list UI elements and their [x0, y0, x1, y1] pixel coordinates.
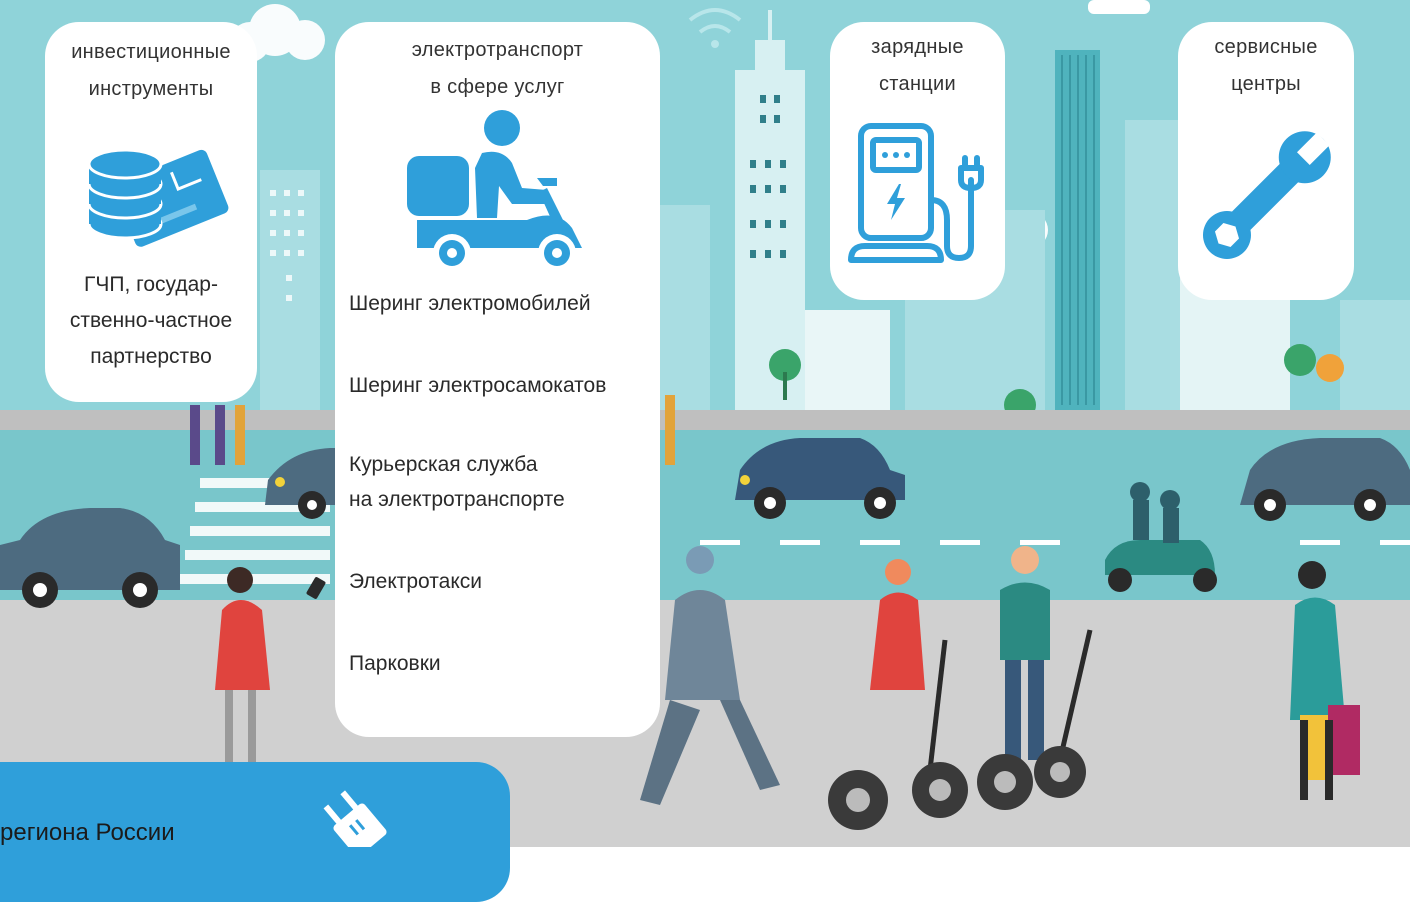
card-services: электротранспорт в сфере услуг Шеринг эл… [335, 22, 660, 737]
service-item-label: Парковки [349, 652, 441, 675]
card-investment-tools: инвестиционные инструменты ГЧП, государ-… [45, 22, 257, 402]
card-text-line: ГЧП, государ- [84, 273, 218, 296]
card-title-line: инструменты [88, 78, 214, 100]
wrench-icon [1202, 131, 1331, 260]
card-title-line: электротранспорт [411, 39, 584, 61]
service-item-courier: Курьерская служба на электротранспорте [349, 451, 565, 513]
card-text-line: партнерство [90, 345, 212, 368]
service-item-car-sharing: Шеринг электромобилей [349, 290, 591, 317]
service-item-label: Шеринг электросамокатов [349, 374, 607, 397]
service-item-label: Шеринг электромобилей [349, 292, 591, 315]
card-title: сервисные центры [1178, 29, 1354, 103]
service-item-taxi: Электротакси [349, 568, 482, 595]
card-title: инвестиционные инструменты [45, 34, 257, 108]
service-item-scooter-sharing: Шеринг электросамокатов [349, 372, 606, 399]
card-title-line: в сфере услуг [430, 76, 565, 98]
charging-station-icon [848, 123, 984, 263]
service-item-label: на электротранспорте [349, 488, 565, 511]
service-item-parking: Парковки [349, 650, 441, 677]
card-title-line: сервисные [1214, 36, 1318, 58]
delivery-scooter-icon [407, 110, 582, 272]
service-item-label: Курьерская служба [349, 453, 538, 476]
coins-card-icon [87, 148, 229, 247]
card-text-line: ственно-частное [69, 309, 233, 332]
card-title: зарядные станции [830, 29, 1005, 103]
service-item-label: Электротакси [349, 570, 482, 593]
card-service-centers: сервисные центры [1178, 22, 1354, 300]
bottom-info-text: о региона России [0, 819, 175, 846]
card-description: ГЧП, государ- ственно-частное партнерств… [45, 267, 257, 375]
card-title-line: станции [878, 73, 956, 95]
card-title: электротранспорт в сфере услуг [335, 32, 660, 106]
card-title-line: инвестиционные [71, 41, 231, 63]
plug-icon [323, 790, 387, 847]
card-title-line: центры [1231, 73, 1301, 95]
card-title-line: зарядные [871, 36, 964, 58]
card-charging-stations: зарядные станции [830, 22, 1005, 300]
